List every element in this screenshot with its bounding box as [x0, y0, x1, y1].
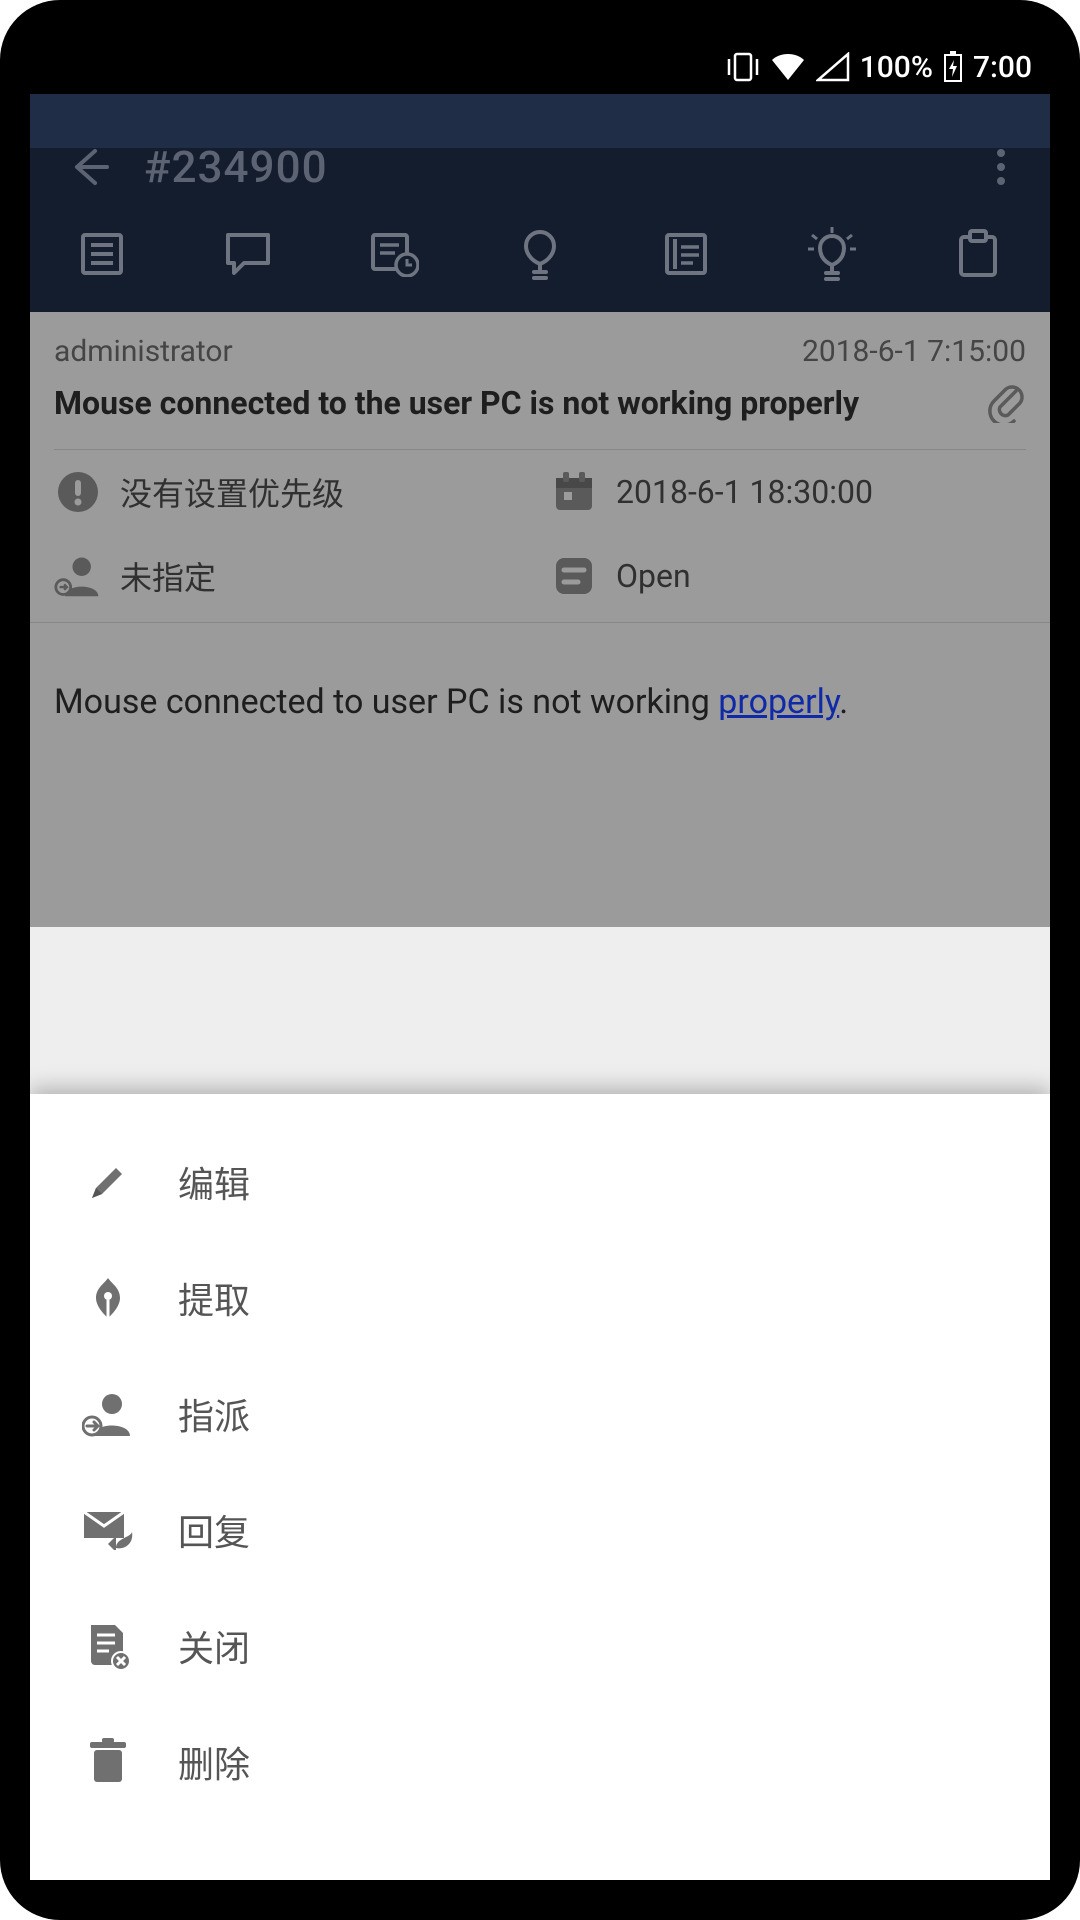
- tab-solutions[interactable]: [790, 222, 874, 286]
- tab-resolution[interactable]: [498, 222, 582, 286]
- tab-tasks[interactable]: [936, 222, 1020, 286]
- tab-details[interactable]: [60, 222, 144, 286]
- action-label: 编辑: [178, 1156, 250, 1208]
- ticket-created-date: 2018-6-1 7:15:00: [802, 334, 1026, 369]
- cell-signal-icon: [816, 52, 850, 82]
- action-label: 指派: [178, 1388, 250, 1440]
- pencil-icon: [80, 1154, 136, 1210]
- tab-notes[interactable]: [644, 222, 728, 286]
- status-bar: 100% 7:00: [30, 40, 1050, 94]
- device-frame: 100% 7:00 #234900: [0, 0, 1080, 1920]
- assignee-field[interactable]: 未指定: [54, 552, 530, 600]
- priority-value: 没有设置优先级: [120, 469, 344, 515]
- body-text-prefix: Mouse connected to user PC is not workin…: [54, 682, 718, 722]
- action-bottom-sheet: 编辑 提取 指派 回复 关闭: [30, 1094, 1050, 1880]
- pen-nib-icon: [80, 1270, 136, 1326]
- ticket-content: administrator 2018-6-1 7:15:00 Mouse con…: [30, 312, 1050, 927]
- status-value: Open: [616, 557, 691, 595]
- close-document-icon: [80, 1618, 136, 1674]
- body-link[interactable]: properly: [718, 682, 839, 722]
- tab-row: [30, 212, 1050, 312]
- action-label: 删除: [178, 1736, 250, 1788]
- action-label: 回复: [178, 1504, 250, 1556]
- action-reply[interactable]: 回复: [30, 1472, 1050, 1588]
- action-delete[interactable]: 删除: [30, 1704, 1050, 1820]
- calendar-icon: [550, 468, 598, 516]
- status-icon: [550, 552, 598, 600]
- ticket-subject: Mouse connected to the user PC is not wo…: [54, 384, 970, 422]
- action-assign[interactable]: 指派: [30, 1356, 1050, 1472]
- page-title: #234900: [124, 141, 976, 193]
- ticket-description: Mouse connected to user PC is not workin…: [30, 623, 1050, 927]
- status-field[interactable]: Open: [550, 552, 1026, 600]
- screen: 100% 7:00 #234900: [30, 40, 1050, 1880]
- due-date-field[interactable]: 2018-6-1 18:30:00: [550, 468, 1026, 516]
- assign-person-icon: [80, 1386, 136, 1442]
- wifi-icon: [770, 52, 806, 82]
- priority-field[interactable]: 没有设置优先级: [54, 468, 530, 516]
- action-label: 关闭: [178, 1620, 250, 1672]
- ticket-reporter: administrator: [54, 334, 233, 369]
- app-header: #234900: [30, 94, 1050, 312]
- tab-history[interactable]: [352, 222, 436, 286]
- action-label: 提取: [178, 1272, 250, 1324]
- trash-icon: [80, 1734, 136, 1790]
- action-pickup[interactable]: 提取: [30, 1240, 1050, 1356]
- overflow-menu-button[interactable]: [976, 147, 1026, 187]
- assign-person-icon: [54, 552, 102, 600]
- clock: 7:00: [973, 50, 1032, 85]
- attachment-icon[interactable]: [986, 379, 1026, 427]
- due-date-value: 2018-6-1 18:30:00: [616, 473, 873, 511]
- back-button[interactable]: [54, 145, 124, 189]
- battery-charging-icon: [943, 51, 963, 83]
- assignee-value: 未指定: [120, 553, 216, 599]
- reply-mail-icon: [80, 1502, 136, 1558]
- alert-circle-icon: [54, 468, 102, 516]
- vibrate-icon: [726, 52, 760, 82]
- battery-level: 100%: [860, 50, 933, 85]
- action-close[interactable]: 关闭: [30, 1588, 1050, 1704]
- body-text-suffix: .: [839, 682, 848, 722]
- tab-conversation[interactable]: [206, 222, 290, 286]
- action-edit[interactable]: 编辑: [30, 1124, 1050, 1240]
